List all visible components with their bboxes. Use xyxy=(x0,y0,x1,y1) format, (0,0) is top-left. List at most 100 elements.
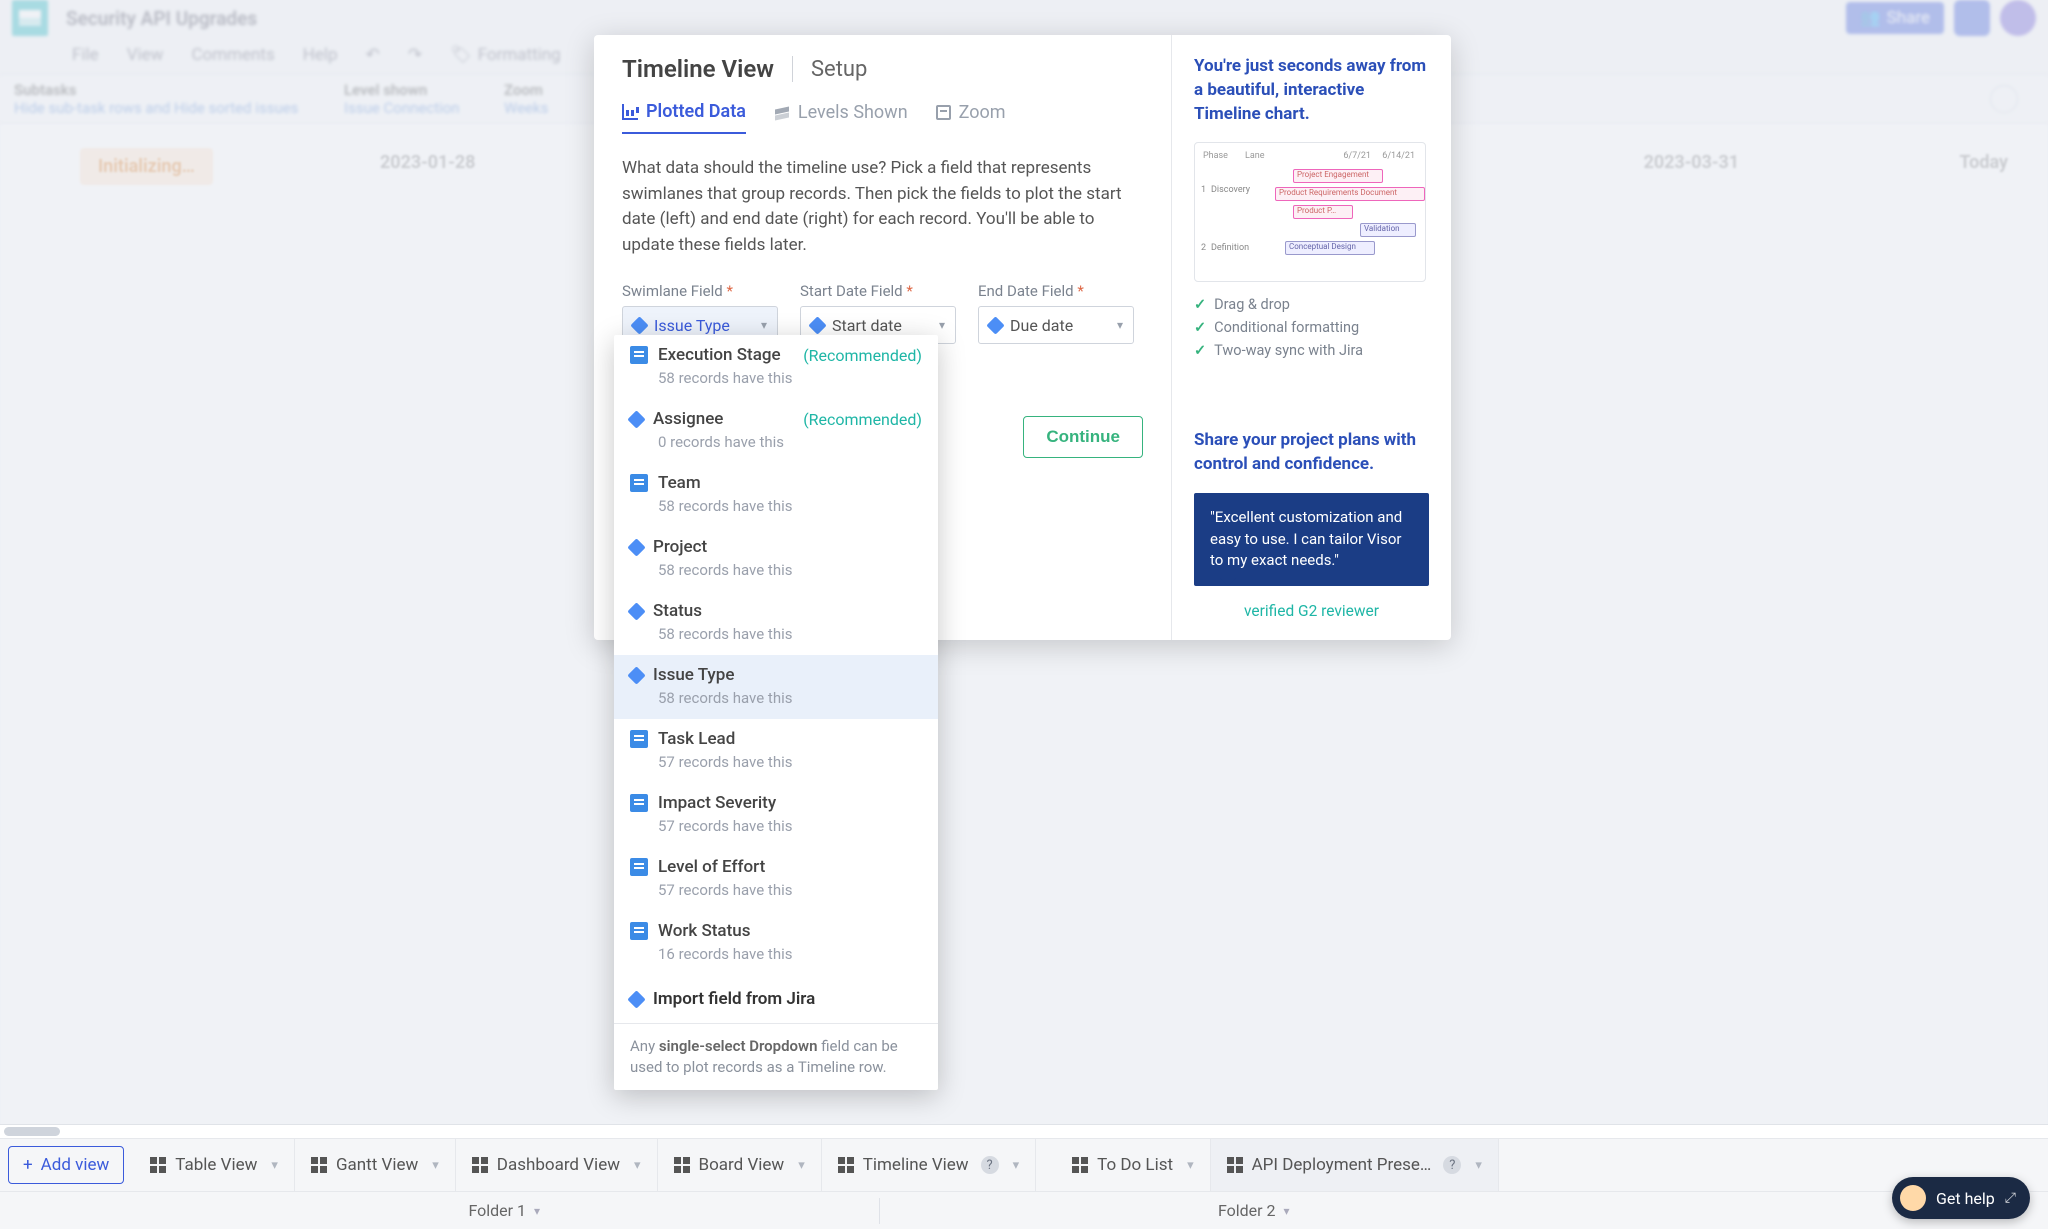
view-tab-label: Dashboard View xyxy=(497,1155,620,1175)
dropdown-item-sub: 58 records have this xyxy=(630,369,922,395)
list-field-icon xyxy=(630,346,648,364)
sidebar-subhead: Share your project plans with control an… xyxy=(1194,429,1429,477)
help-icon[interactable]: ? xyxy=(981,1156,999,1174)
chevron-down-icon: ▾ xyxy=(761,318,767,332)
dropdown-item-work-status[interactable]: Work Status16 records have this xyxy=(614,911,938,975)
view-tab-timeline-view[interactable]: Timeline View? ▾ xyxy=(822,1139,1036,1191)
list-field-icon xyxy=(630,858,648,876)
view-tab-api-deployment-prese[interactable]: API Deployment Prese…? ▾ xyxy=(1211,1139,1499,1191)
view-tab-board-view[interactable]: Board View ▾ xyxy=(658,1139,822,1191)
swimlane-dropdown: Execution Stage (Recommended) 58 records h… xyxy=(614,335,938,1090)
view-tab-table-view[interactable]: Table View▾ xyxy=(134,1139,295,1191)
modal-description: What data should the timeline use? Pick … xyxy=(622,156,1143,258)
dropdown-item-sub: 58 records have this xyxy=(630,497,922,523)
view-tabs: +Add view Table View▾Gantt View▾Dashboar… xyxy=(0,1139,2048,1191)
chevron-down-icon[interactable]: ▾ xyxy=(1187,1158,1194,1173)
sidebar-headline: You're just seconds away from a beautifu… xyxy=(1194,55,1429,126)
view-tab-gantt-view[interactable]: Gantt View ▾ xyxy=(295,1139,456,1191)
tab-label: Plotted Data xyxy=(646,101,746,122)
dropdown-item-sub: 58 records have this xyxy=(630,689,922,715)
view-tab-dashboard-view[interactable]: Dashboard View ▾ xyxy=(456,1139,658,1191)
chevron-down-icon[interactable]: ▾ xyxy=(1475,1158,1482,1173)
dropdown-item-level-of-effort[interactable]: Level of Effort 57 records have this xyxy=(614,847,938,911)
dropdown-item-project[interactable]: Project58 records have this xyxy=(614,527,938,591)
view-icon xyxy=(311,1157,328,1174)
view-icon xyxy=(1227,1157,1244,1174)
dropdown-item-assignee[interactable]: Assignee(Recommended)0 records have this xyxy=(614,399,938,463)
chevron-down-icon[interactable]: ▾ xyxy=(271,1158,278,1173)
testimonial-attribution: verified G2 reviewer xyxy=(1194,602,1429,620)
dropdown-item-label: Execution Stage xyxy=(658,345,781,365)
continue-button[interactable]: Continue xyxy=(1023,416,1143,458)
tab-plotted-data[interactable]: Plotted Data xyxy=(622,101,746,134)
dropdown-item-sub: 0 records have this xyxy=(630,433,922,459)
jira-icon xyxy=(627,410,645,428)
feature-checks: ✓Drag & drop ✓Conditional formatting ✓Tw… xyxy=(1194,296,1429,359)
dropdown-item-sub: 16 records have this xyxy=(630,945,922,971)
modal-subtitle: Setup xyxy=(811,57,867,82)
get-help-button[interactable]: Get help ⤢ xyxy=(1892,1177,2030,1219)
dropdown-item-label: Issue Type xyxy=(653,665,734,685)
plus-icon: + xyxy=(23,1155,33,1175)
tab-label: Levels Shown xyxy=(798,102,908,123)
view-icon xyxy=(1072,1157,1089,1174)
dropdown-item-task-lead[interactable]: Task Lead57 records have this xyxy=(614,719,938,783)
chevron-down-icon: ▾ xyxy=(1117,318,1123,332)
dropdown-item-issue-type[interactable]: Issue Type 58 records have this xyxy=(614,655,938,719)
jira-icon xyxy=(986,316,1004,334)
layers-icon xyxy=(774,105,790,121)
chart-icon xyxy=(622,104,638,120)
dropdown-footer: Any single-select Dropdown field can be … xyxy=(614,1023,938,1090)
view-tab-label: Gantt View xyxy=(336,1155,418,1175)
import-label: Import field from Jira xyxy=(653,989,815,1009)
get-help-label: Get help xyxy=(1936,1189,1995,1208)
view-tab-to-do-list[interactable]: To Do List▾ xyxy=(1056,1139,1210,1191)
view-icon xyxy=(472,1157,489,1174)
view-tab-label: Board View xyxy=(699,1155,785,1175)
tab-levels-shown[interactable]: Levels Shown xyxy=(774,102,908,133)
title-separator xyxy=(792,56,793,82)
modal-title: Timeline View xyxy=(622,55,774,83)
import-field-from-jira[interactable]: Import field from Jira xyxy=(614,975,938,1023)
dropdown-item-impact-severity[interactable]: Impact Severity57 records have this xyxy=(614,783,938,847)
tab-zoom[interactable]: Zoom xyxy=(936,102,1006,133)
timeline-preview-image: Phase Lane 6/7/21 6/14/21 1 Discovery 2 … xyxy=(1194,142,1426,282)
chevron-down-icon[interactable]: ▾ xyxy=(634,1158,641,1173)
select-value: Issue Type xyxy=(654,316,730,335)
add-view-button[interactable]: +Add view xyxy=(8,1146,124,1184)
chevron-down-icon[interactable]: ▾ xyxy=(1013,1158,1020,1173)
view-icon xyxy=(674,1157,691,1174)
chevron-down-icon: ▾ xyxy=(1284,1204,1290,1218)
folder-row: Folder 1▾ Folder 2▾ xyxy=(0,1191,2048,1229)
jira-icon xyxy=(808,316,826,334)
jira-icon xyxy=(627,990,645,1008)
dropdown-item-label: Project xyxy=(653,537,707,557)
dropdown-item-label: Impact Severity xyxy=(658,793,776,813)
dropdown-item-sub: 57 records have this xyxy=(630,753,922,779)
dropdown-item-label: Status xyxy=(653,601,702,621)
enddate-select[interactable]: Due date ▾ xyxy=(978,306,1134,344)
dropdown-item-status[interactable]: Status58 records have this xyxy=(614,591,938,655)
check-icon: ✓ xyxy=(1194,319,1206,336)
chevron-down-icon[interactable]: ▾ xyxy=(798,1158,805,1173)
dropdown-item-execution-stage[interactable]: Execution Stage (Recommended) 58 records h… xyxy=(614,335,938,399)
dropdown-item-sub: 57 records have this xyxy=(630,881,922,907)
recommended-badge: (Recommended) xyxy=(803,346,922,365)
startdate-label: Start Date Field * xyxy=(800,282,956,300)
jira-icon xyxy=(630,316,648,334)
expand-icon: ⤢ xyxy=(2005,1190,2016,1206)
view-tab-label: Timeline View xyxy=(863,1155,969,1175)
folder-2[interactable]: Folder 2▾ xyxy=(880,1201,1629,1220)
view-tab-label: API Deployment Prese… xyxy=(1252,1155,1432,1175)
jira-icon xyxy=(627,666,645,684)
dropdown-item-label: Level of Effort xyxy=(658,857,765,877)
check-label: Conditional formatting xyxy=(1214,319,1359,336)
help-icon[interactable]: ? xyxy=(1443,1156,1461,1174)
h-scrollbar[interactable] xyxy=(0,1125,2048,1139)
folder-1[interactable]: Folder 1▾ xyxy=(130,1201,879,1220)
chevron-down-icon[interactable]: ▾ xyxy=(432,1158,439,1173)
dropdown-item-label: Team xyxy=(658,473,701,493)
dropdown-item-team[interactable]: Team 58 records have this xyxy=(614,463,938,527)
check-label: Drag & drop xyxy=(1214,296,1290,313)
scrollbar-thumb[interactable] xyxy=(4,1127,60,1136)
